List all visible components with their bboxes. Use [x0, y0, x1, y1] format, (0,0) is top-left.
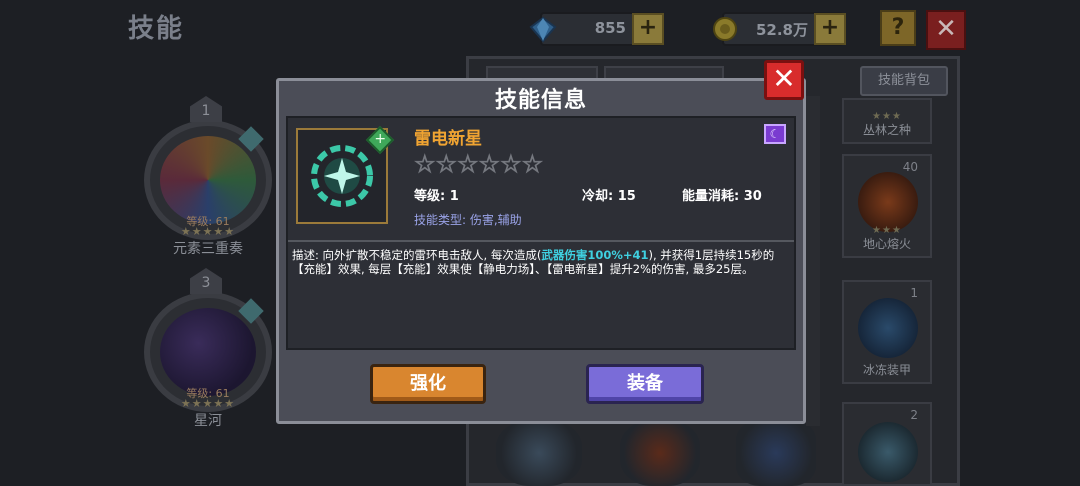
skill-bag-button[interactable]: 技能背包	[860, 66, 948, 96]
upgrade-button[interactable]: 强化	[370, 364, 486, 404]
skill-cell-art[interactable]	[496, 420, 582, 486]
desc-damage-highlight: 武器伤害100%+41	[541, 248, 649, 262]
cell-count: 1	[910, 286, 918, 300]
moon-badge-icon: ☾	[764, 124, 786, 144]
equip-button[interactable]: 装备	[586, 364, 704, 404]
cell-count: 2	[910, 408, 918, 422]
skill-cell[interactable]: 40 ★★★ 地心熔火	[842, 154, 932, 258]
skill-cell[interactable]: 1 冰冻装甲	[842, 280, 932, 384]
skill-type: 技能类型: 伤害,辅助	[414, 213, 522, 227]
skill-cell[interactable]: ★★★ 丛林之种	[842, 98, 932, 144]
add-gold-button[interactable]: +	[814, 13, 846, 45]
gem-currency: 855 +	[529, 12, 664, 46]
slot-name: 元素三重奏	[173, 241, 243, 257]
add-gems-button[interactable]: +	[632, 13, 664, 45]
element-orb-icon	[160, 136, 256, 224]
skill-cell[interactable]: 2	[842, 402, 932, 486]
desc-text-start: 描述: 向外扩散不稳定的雷环电击敌人, 每次造成(	[292, 248, 542, 262]
skill-energy-cost: 能量消耗: 30	[682, 189, 762, 204]
galaxy-orb-icon	[160, 308, 256, 396]
skill-cell-art[interactable]	[736, 420, 816, 486]
skill-slot-3[interactable]: 3 等级: 61 ★★★★★ 星河	[138, 268, 278, 436]
slot-index-badge: 3	[190, 268, 222, 294]
page-title: 技能	[128, 14, 185, 44]
cell-name: 冰冻装甲	[862, 363, 911, 377]
wind-skill-icon	[858, 422, 918, 482]
slot-stars: ★★★★★	[180, 397, 236, 410]
skill-stars: ☆☆☆☆☆☆	[413, 150, 544, 179]
skill-description: 描述: 向外扩散不稳定的雷环电击敌人, 每次造成(武器伤害100%+41), 并…	[292, 248, 782, 276]
cell-count: 40	[902, 160, 918, 174]
fire-skill-icon	[858, 172, 918, 232]
skill-level: 等级: 1	[414, 189, 459, 204]
coin-icon	[710, 14, 740, 44]
slot-index-badge: 1	[190, 96, 222, 122]
slot-name: 星河	[194, 413, 222, 429]
gem-count: 855	[594, 19, 626, 37]
skill-cell-art[interactable]	[620, 420, 700, 486]
ice-armor-icon	[858, 298, 918, 358]
close-page-button[interactable]: ✕	[926, 10, 966, 50]
skill-slot-1[interactable]: 1 等级: 61 ★★★★★ 元素三重奏	[138, 96, 278, 264]
dialog-close-button[interactable]: ✕	[764, 60, 804, 100]
cell-name: 地心熔火	[862, 237, 911, 251]
skill-cooldown: 冷却: 15	[582, 189, 636, 204]
diamond-icon	[528, 14, 558, 44]
gold-currency: 52.8万 +	[713, 12, 846, 46]
slot-stars: ★★★★★	[180, 225, 236, 238]
help-button[interactable]: ?	[880, 10, 916, 46]
skill-name: 雷电新星	[414, 129, 482, 149]
dialog-title: 技能信息	[494, 88, 587, 113]
grid-column-edge	[806, 96, 820, 426]
gold-count: 52.8万	[755, 21, 808, 39]
cell-name: 丛林之种	[862, 123, 911, 137]
info-divider	[288, 240, 794, 242]
